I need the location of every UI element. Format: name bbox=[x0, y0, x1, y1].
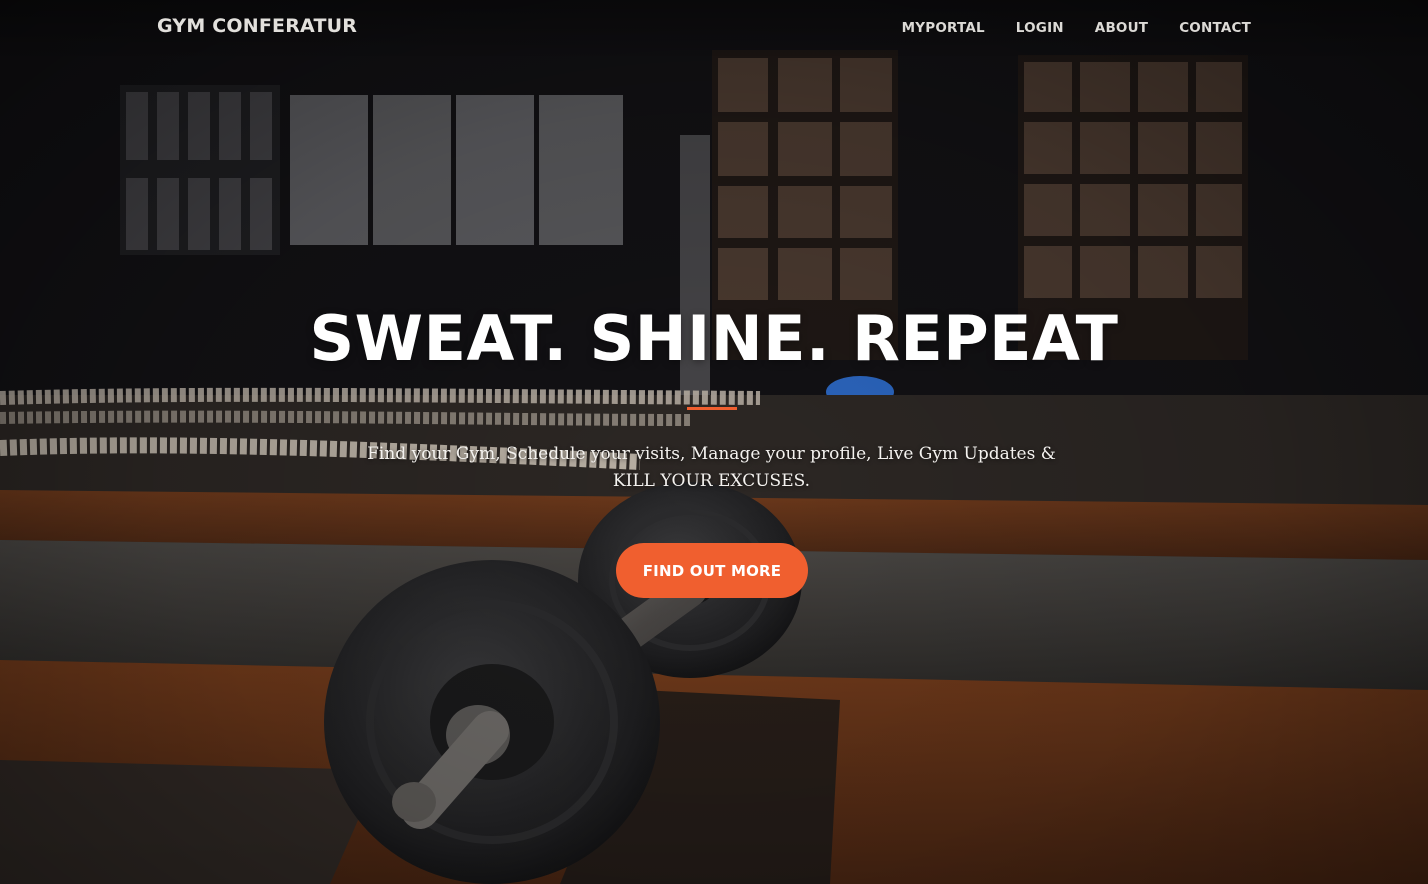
hero-headline: SWEAT. SHINE. REPEAT bbox=[309, 302, 1119, 375]
top-navbar: GYM CONFERATUR MYPORTAL LOGIN ABOUT CONT… bbox=[0, 0, 1428, 56]
find-out-more-button[interactable]: FIND OUT MORE bbox=[616, 543, 808, 598]
brand-logo-link[interactable]: GYM CONFERATUR bbox=[157, 15, 357, 37]
nav-link-login[interactable]: LOGIN bbox=[1016, 20, 1064, 36]
nav-link-myportal[interactable]: MYPORTAL bbox=[902, 20, 985, 36]
nav-links: MYPORTAL LOGIN ABOUT CONTACT bbox=[902, 20, 1251, 36]
headline-divider bbox=[687, 407, 737, 410]
nav-link-about[interactable]: ABOUT bbox=[1095, 20, 1148, 36]
nav-link-contact[interactable]: CONTACT bbox=[1179, 20, 1251, 36]
hero-subtitle: Find your Gym, Schedule your visits, Man… bbox=[367, 444, 1056, 491]
